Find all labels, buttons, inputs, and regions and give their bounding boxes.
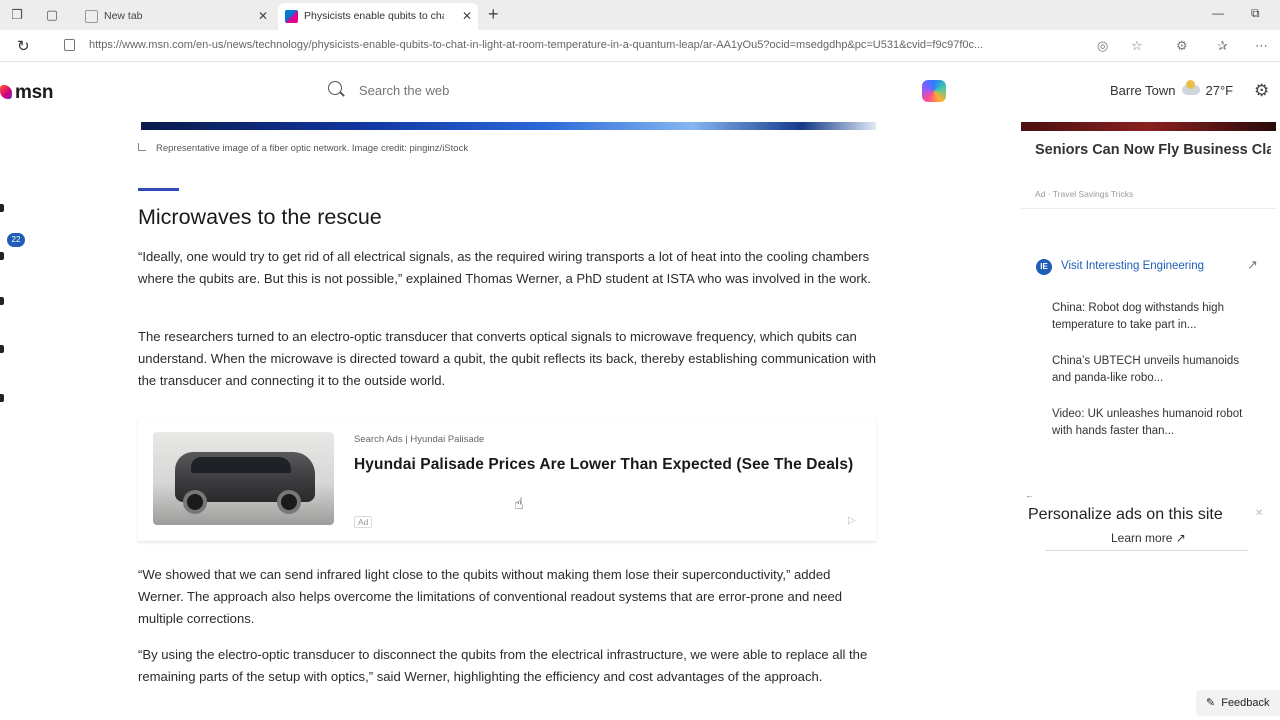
msn-favicon-icon [285,10,298,23]
ad-title-link[interactable]: Hyundai Palisade Prices Are Lower Than E… [354,456,853,474]
favorites-icon[interactable]: ✰ [1217,38,1228,54]
section-heading: Microwaves to the rescue [138,205,382,229]
source-logo: IE [1036,259,1052,275]
msn-logo[interactable]: msn [0,82,53,104]
new-tab-icon[interactable]: + [488,3,499,25]
external-link-icon: ↗ [1175,531,1186,545]
partly-cloudy-icon [1181,80,1200,95]
url-field[interactable]: https://www.msn.com/en-us/news/technolog… [89,39,1084,51]
learn-more-link[interactable]: Learn more ↗ [1111,531,1186,545]
personalize-title: Personalize ads on this site [1028,506,1223,523]
promo-card[interactable]: Seniors Can Now Fly Business Class For T… [1021,131,1276,209]
source-story-link[interactable]: China’s UBTECH unveils humanoids and pan… [1052,353,1252,387]
copilot-icon[interactable] [922,80,946,102]
workspaces-icon[interactable]: ❒ [8,6,26,24]
sponsored-ad-card[interactable]: Search Ads | Hyundai Palisade Hyundai Pa… [138,418,876,542]
ad-source: Search Ads | Hyundai Palisade [354,434,485,445]
personalize-ads-box: ← ✕ Personalize ads on this site Learn m… [1021,490,1276,560]
tab-label: New tab [104,10,143,22]
article-paragraph: “Ideally, one would try to get rid of al… [138,249,871,286]
mouse-cursor-icon: ☝ [514,496,524,513]
close-icon[interactable]: ✕ [1255,508,1263,519]
article-paragraph: “By using the electro-optic transducer t… [138,647,868,684]
article-paragraph: The researchers turned to an electro-opt… [138,329,876,388]
promo-image[interactable] [1021,122,1276,131]
rail-item-icon[interactable] [0,394,4,402]
ad-car-image[interactable] [153,432,334,525]
rail-item-icon[interactable] [0,345,4,353]
tab-bar: ❒ ▢ New tab ✕ Physicists enable qubits t… [0,0,1280,30]
tab-new-tab[interactable]: New tab ✕ [78,3,274,30]
source-story-link[interactable]: China: Robot dog withstands high tempera… [1052,300,1252,334]
visit-source-link[interactable]: Visit Interesting Engineering [1061,260,1204,272]
adchoices-icon[interactable]: ▷ [848,515,856,526]
close-tab-icon[interactable]: ✕ [462,3,472,30]
hero-image [141,122,876,130]
address-bar: ↻ https://www.msn.com/en-us/news/technol… [0,30,1280,62]
settings-gear-icon[interactable]: ⚙ [1254,81,1269,101]
search-icon [328,81,342,95]
car-wheel [277,490,301,514]
read-aloud-icon[interactable]: ◎ [1097,38,1108,54]
external-link-icon[interactable]: ↗ [1247,257,1258,273]
notification-badge: 22 [7,233,25,247]
msn-header: msn Search the web Barre Town 27°F ⚙ [0,62,1280,122]
logo-text: msn [15,82,54,103]
restore-icon[interactable]: ⧉ [1251,6,1260,21]
site-info-icon[interactable] [64,39,75,51]
back-arrow-icon[interactable]: ← [1025,490,1034,500]
rail-item-icon[interactable] [0,252,4,260]
car-window [191,457,291,473]
location-label: Barre Town [1110,83,1176,98]
car-wheel [183,490,207,514]
search-box[interactable]: Search the web [324,78,924,104]
article-paragraph: “We showed that we can send infrared lig… [138,567,843,626]
reload-icon[interactable]: ↻ [17,37,30,55]
promo-title[interactable]: Seniors Can Now Fly Business Class For T… [1035,140,1271,160]
temperature-label: 27°F [1205,83,1234,98]
feedback-button[interactable]: Feedback [1196,690,1280,716]
heading-accent [138,188,179,191]
close-tab-icon[interactable]: ✕ [258,3,268,30]
learn-more-label: Learn more [1111,531,1173,545]
msn-butterfly-icon [0,85,12,99]
divider [1045,550,1248,551]
rail-home-icon[interactable] [0,204,4,212]
promo-ad-label: Ad · Travel Savings Tricks [1035,189,1134,199]
search-input[interactable]: Search the web [359,83,449,98]
page-icon [85,10,98,23]
rail-item-icon[interactable] [0,297,4,305]
favorite-star-icon[interactable]: ☆ [1131,38,1143,54]
weather-widget[interactable]: Barre Town 27°F [1110,80,1234,98]
source-card: IE Visit Interesting Engineering ↗ China… [1021,246,1276,446]
tab-actions-icon[interactable]: ▢ [43,6,61,24]
ad-label: Ad [354,516,373,528]
tab-label: Physicists enable qubits to chat [304,10,444,22]
tab-article[interactable]: Physicists enable qubits to chat ✕ [278,3,478,30]
source-story-link[interactable]: Video: UK unleashes humanoid robot with … [1052,406,1252,440]
image-caption: Representative image of a fiber optic ne… [138,143,468,154]
extensions-icon[interactable]: ⚙ [1176,38,1188,54]
minimize-icon[interactable]: — [1212,6,1224,20]
more-options-icon[interactable]: ⋯ [1255,38,1268,54]
